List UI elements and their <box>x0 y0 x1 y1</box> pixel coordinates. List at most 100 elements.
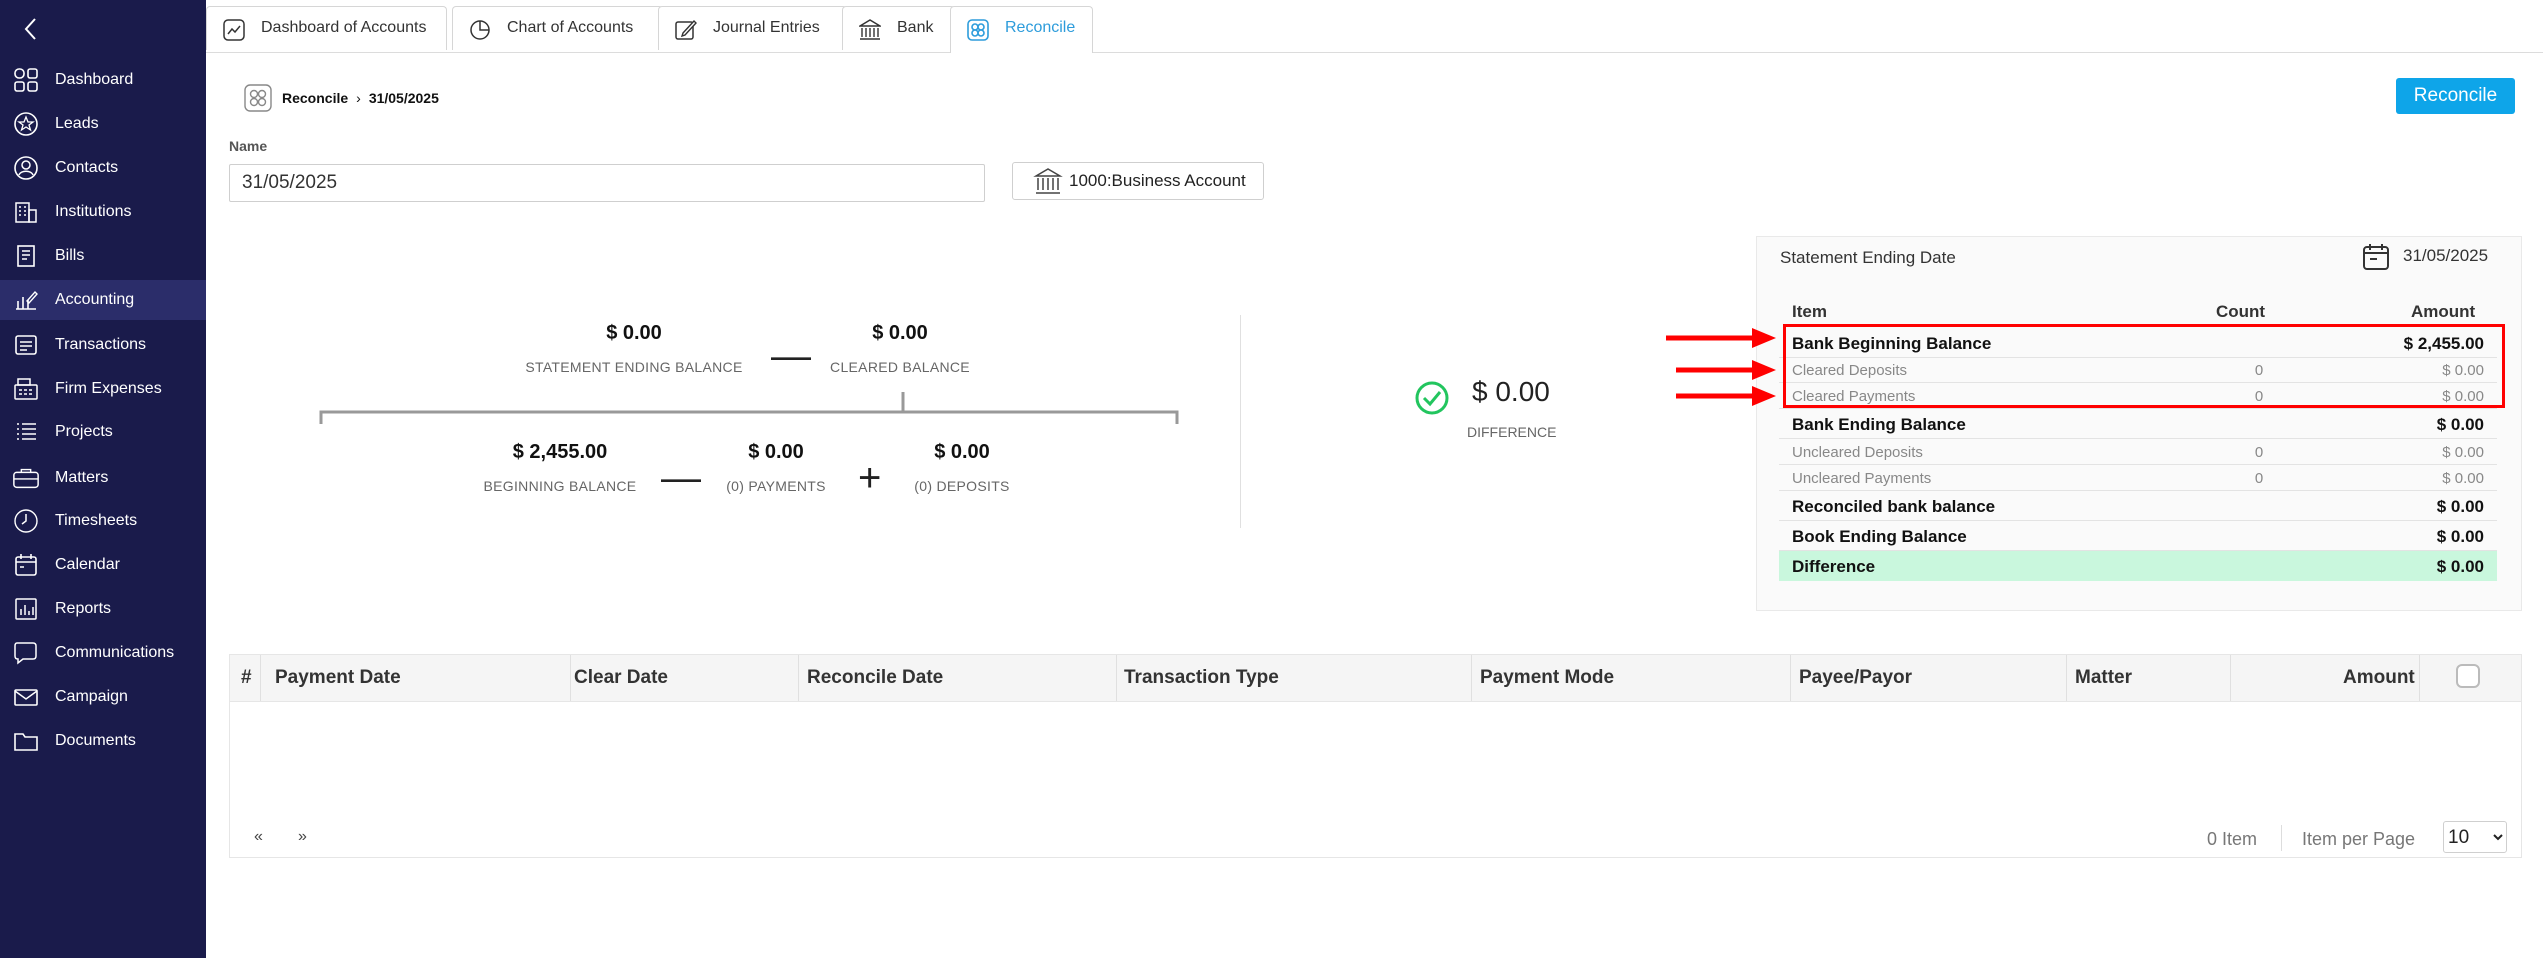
sidebar-item-label: Institutions <box>55 203 132 220</box>
sidebar-item-communications[interactable]: Communications <box>0 633 206 673</box>
person-circle-icon <box>12 154 40 182</box>
tab-chart-of-accounts[interactable]: Chart of Accounts <box>452 6 663 50</box>
column-header-reconcile-date[interactable]: Reconcile Date <box>807 667 943 689</box>
pie-icon <box>470 20 490 40</box>
column-divider <box>2419 655 2420 701</box>
summary-row-amount: $ 0.00 <box>2436 497 2484 516</box>
difference-value: $ 0.00 <box>1472 376 1550 407</box>
summary-row-item: Difference <box>1792 557 1876 576</box>
sidebar-item-reports[interactable]: Reports <box>0 589 206 629</box>
bank-account-name: 1000:Business Account <box>1069 171 1246 190</box>
summary-row-item: Bank Beginning Balance <box>1792 334 1992 353</box>
tab-reconcile[interactable]: Reconcile <box>950 6 1093 53</box>
summary-row: Uncleared Deposits 0 $ 0.00 <box>1779 439 2497 465</box>
sidebar-item-contacts[interactable]: Contacts <box>0 148 206 188</box>
sidebar-item-institutions[interactable]: Institutions <box>0 192 206 232</box>
reconcile-icon <box>967 19 989 41</box>
column-divider <box>1116 655 1117 701</box>
summary-row: Cleared Deposits 0 $ 0.00 <box>1779 357 2497 383</box>
sidebar-item-label: Accounting <box>55 291 135 308</box>
sidebar-item-bills[interactable]: Bills <box>0 236 206 276</box>
summary-row: Reconciled bank balance $ 0.00 <box>1779 491 2497 521</box>
sidebar-item-documents[interactable]: Documents <box>0 721 206 761</box>
tab-dashboard-of-accounts[interactable]: Dashboard of Accounts <box>206 6 447 50</box>
check-circle-icon <box>1415 381 1449 415</box>
bank-account-selector[interactable]: 1000:Business Account <box>1012 162 1264 200</box>
sidebar-item-label: Documents <box>55 732 136 749</box>
column-header-clear-date[interactable]: Clear Date <box>574 667 668 689</box>
prev-page-button[interactable]: « <box>254 828 263 846</box>
next-page-button[interactable]: » <box>298 828 307 846</box>
tab-bank[interactable]: Bank <box>842 6 955 50</box>
folder-icon <box>12 727 40 755</box>
calendar-icon <box>12 551 40 579</box>
name-field[interactable] <box>229 164 985 202</box>
items-per-page-select[interactable]: 10 <box>2443 821 2507 853</box>
column-header-payment-date[interactable]: Payment Date <box>275 667 401 689</box>
grid-icon <box>12 66 40 94</box>
tab-label: Reconcile <box>1005 19 1076 36</box>
register-icon <box>12 375 40 403</box>
beginning-balance-value: $ 2,455.00 <box>512 441 608 463</box>
column-divider <box>798 655 799 701</box>
bank-icon <box>859 19 881 40</box>
sidebar-item-accounting[interactable]: Accounting <box>0 280 206 320</box>
summary-row-amount: $ 0.00 <box>2436 415 2484 434</box>
summary-row-count: 0 <box>2254 470 2264 487</box>
cleared-balance-caption: CLEARED BALANCE <box>830 359 970 375</box>
tab-journal-entries[interactable]: Journal Entries <box>658 6 847 50</box>
breadcrumb: Reconcile › 31/05/2025 <box>244 84 439 112</box>
sidebar-item-label: Dashboard <box>55 71 134 88</box>
statement-ending-balance-value: $ 0.00 <box>606 322 662 344</box>
summary-row-item: Cleared Payments <box>1792 388 1916 405</box>
column-header-matter[interactable]: Matter <box>2075 667 2132 689</box>
deposits-value: $ 0.00 <box>934 441 990 463</box>
breadcrumb-root[interactable]: Reconcile <box>282 90 348 106</box>
chat-icon <box>12 639 40 667</box>
column-header-amount[interactable]: Amount <box>2343 667 2415 689</box>
sidebar-item-label: Calendar <box>55 556 120 573</box>
calendar-icon[interactable] <box>2361 242 2391 272</box>
select-all-checkbox[interactable] <box>2456 664 2480 688</box>
chevron-right-icon: › <box>356 90 361 106</box>
sidebar-item-timesheets[interactable]: Timesheets <box>0 501 206 541</box>
sidebar-item-projects[interactable]: Projects <box>0 412 206 452</box>
sidebar-item-leads[interactable]: Leads <box>0 104 206 144</box>
column-header-index: # <box>241 667 252 688</box>
column-divider <box>260 655 261 701</box>
summary-row-amount: $ 2,455.00 <box>2403 334 2484 353</box>
sidebar-item-label: Transactions <box>55 336 146 353</box>
column-divider <box>1790 655 1791 701</box>
deposits-caption: (0) DEPOSITS <box>914 478 1010 494</box>
sidebar-item-label: Firm Expenses <box>55 380 162 397</box>
summary-row: Book Ending Balance $ 0.00 <box>1779 521 2497 551</box>
tab-label: Chart of Accounts <box>507 19 634 36</box>
tab-label: Dashboard of Accounts <box>261 19 427 36</box>
sidebar-item-campaign[interactable]: Campaign <box>0 677 206 717</box>
column-header-transaction-type[interactable]: Transaction Type <box>1124 667 1279 689</box>
tab-label: Bank <box>897 19 934 36</box>
star-circle-icon <box>12 110 40 138</box>
column-divider <box>1471 655 1472 701</box>
edit-icon <box>675 19 697 40</box>
column-divider <box>2066 655 2067 701</box>
sidebar-item-firm-expenses[interactable]: Firm Expenses <box>0 369 206 409</box>
column-header-payment-mode[interactable]: Payment Mode <box>1480 667 1614 689</box>
summary-row: Bank Ending Balance $ 0.00 <box>1779 409 2497 439</box>
summary-row-item: Uncleared Payments <box>1792 470 1932 487</box>
column-header-payee-payor[interactable]: Payee/Payor <box>1799 667 1912 689</box>
sidebar-item-dashboard[interactable]: Dashboard <box>0 60 206 100</box>
back-chevron-icon[interactable] <box>16 14 46 44</box>
annotation-arrows <box>1666 328 1776 406</box>
sidebar-item-matters[interactable]: Matters <box>0 458 206 498</box>
summary-row-item: Cleared Deposits <box>1792 362 1908 379</box>
sidebar-item-transactions[interactable]: Transactions <box>0 325 206 365</box>
sidebar-item-label: Communications <box>55 644 175 661</box>
briefcase-icon <box>12 464 40 492</box>
summary-row-item: Book Ending Balance <box>1792 527 1967 546</box>
reconcile-icon <box>244 84 272 112</box>
sidebar-item-label: Timesheets <box>55 512 138 529</box>
summary-row-amount: $ 0.00 <box>2442 470 2484 487</box>
sidebar-item-calendar[interactable]: Calendar <box>0 545 206 585</box>
reconcile-button[interactable]: Reconcile <box>2396 78 2515 114</box>
